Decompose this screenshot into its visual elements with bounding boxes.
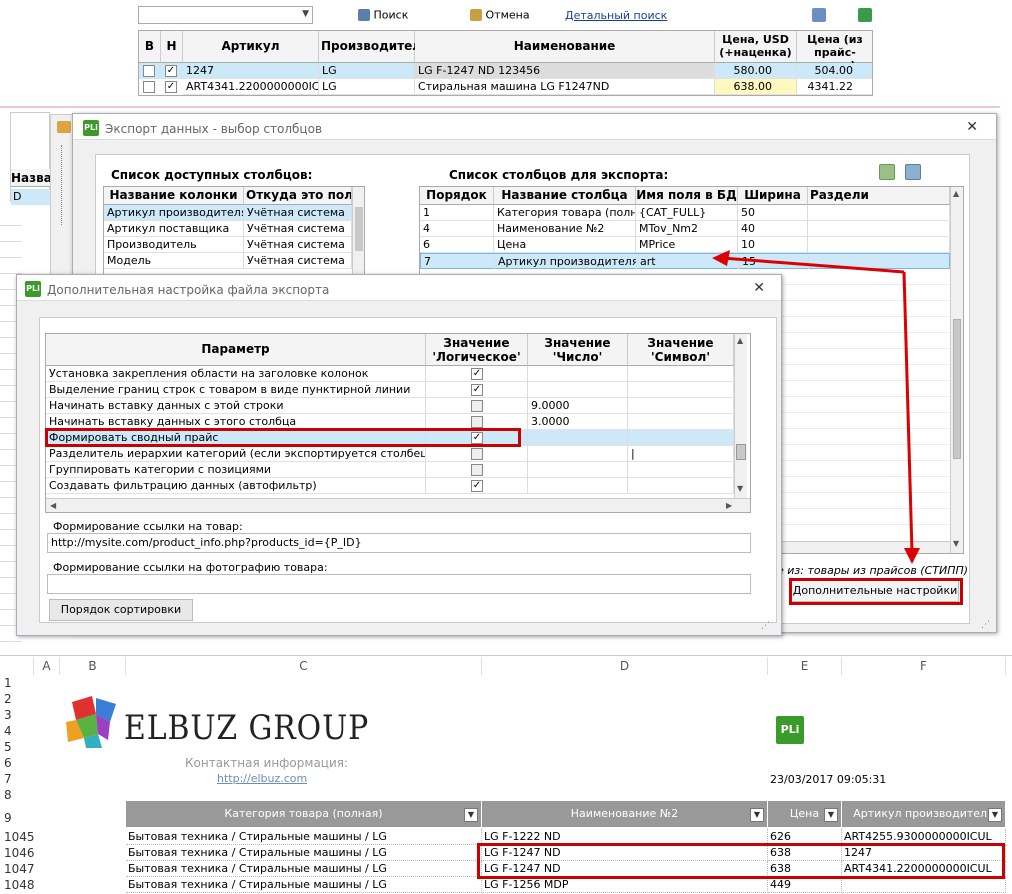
filter-dropdown-icon[interactable]: ▼ <box>988 808 1002 822</box>
cell-category[interactable]: Бытовая техника / Стиральные машины / LG <box>126 845 482 861</box>
excel-col-d[interactable]: D <box>482 657 768 675</box>
excel-header-article[interactable]: Артикул производителя ▼ <box>842 801 1006 827</box>
pli-logo-icon: PLi <box>776 716 804 744</box>
row-number[interactable]: 5 <box>0 739 34 755</box>
row-number[interactable]: 4 <box>0 723 34 739</box>
elbuz-logo-icon <box>66 696 116 748</box>
header-label: Цена <box>789 807 820 820</box>
cell-category[interactable]: Бытовая техника / Стиральные машины / LG <box>126 829 482 845</box>
filter-dropdown-icon[interactable]: ▼ <box>824 808 838 822</box>
header-label: Категория товара (полная) <box>224 807 383 820</box>
logo-text: ELBUZ GROUP <box>124 708 370 748</box>
cell-price[interactable]: 449 <box>768 877 842 893</box>
excel-corner <box>0 657 34 675</box>
row-number[interactable]: 1047 <box>0 861 35 877</box>
contact-link[interactable]: http://elbuz.com <box>217 772 307 785</box>
row-number[interactable]: 9 <box>0 810 34 826</box>
arrow-to-selected-column <box>721 256 905 274</box>
cell-article[interactable] <box>842 877 1006 893</box>
cell-category[interactable]: Бытовая техника / Стиральные машины / LG <box>126 877 482 893</box>
row-number[interactable]: 1 <box>0 675 34 691</box>
excel-header-category[interactable]: Категория товара (полная) ▼ <box>126 801 482 827</box>
excel-col-f[interactable]: F <box>842 657 1006 675</box>
excel-header-price[interactable]: Цена ▼ <box>768 801 842 827</box>
header-label: Наименование №2 <box>570 807 679 820</box>
arrow-to-advanced-button-head <box>904 548 920 564</box>
row-number[interactable]: 1048 <box>0 877 35 893</box>
row-number[interactable]: 1045 <box>0 829 35 845</box>
duplicate-rows-highlight <box>477 843 1005 879</box>
contact-label: Контактная информация: <box>185 756 349 770</box>
timestamp: 23/03/2017 09:05:31 <box>770 773 887 786</box>
filter-dropdown-icon[interactable]: ▼ <box>750 808 764 822</box>
excel-col-b[interactable]: B <box>60 657 126 675</box>
header-label: Артикул производителя <box>853 807 994 820</box>
arrow-to-selected-column-head <box>712 250 730 266</box>
row-number[interactable]: 1046 <box>0 845 35 861</box>
row-number[interactable]: 2 <box>0 691 34 707</box>
excel-header-name[interactable]: Наименование №2 ▼ <box>482 801 768 827</box>
cell-name[interactable]: LG F-1256 MDP <box>482 877 768 893</box>
arrow-to-advanced-button <box>902 271 914 553</box>
excel-col-c[interactable]: C <box>126 657 482 675</box>
filter-dropdown-icon[interactable]: ▼ <box>464 808 478 822</box>
row-number[interactable]: 6 <box>0 755 34 771</box>
excel-col-a[interactable]: A <box>34 657 60 675</box>
cell-category[interactable]: Бытовая техника / Стиральные машины / LG <box>126 861 482 877</box>
row-number[interactable]: 8 <box>0 787 34 803</box>
excel-col-e[interactable]: E <box>768 657 842 675</box>
row-number[interactable]: 3 <box>0 707 34 723</box>
row-number[interactable]: 7 <box>0 771 34 787</box>
